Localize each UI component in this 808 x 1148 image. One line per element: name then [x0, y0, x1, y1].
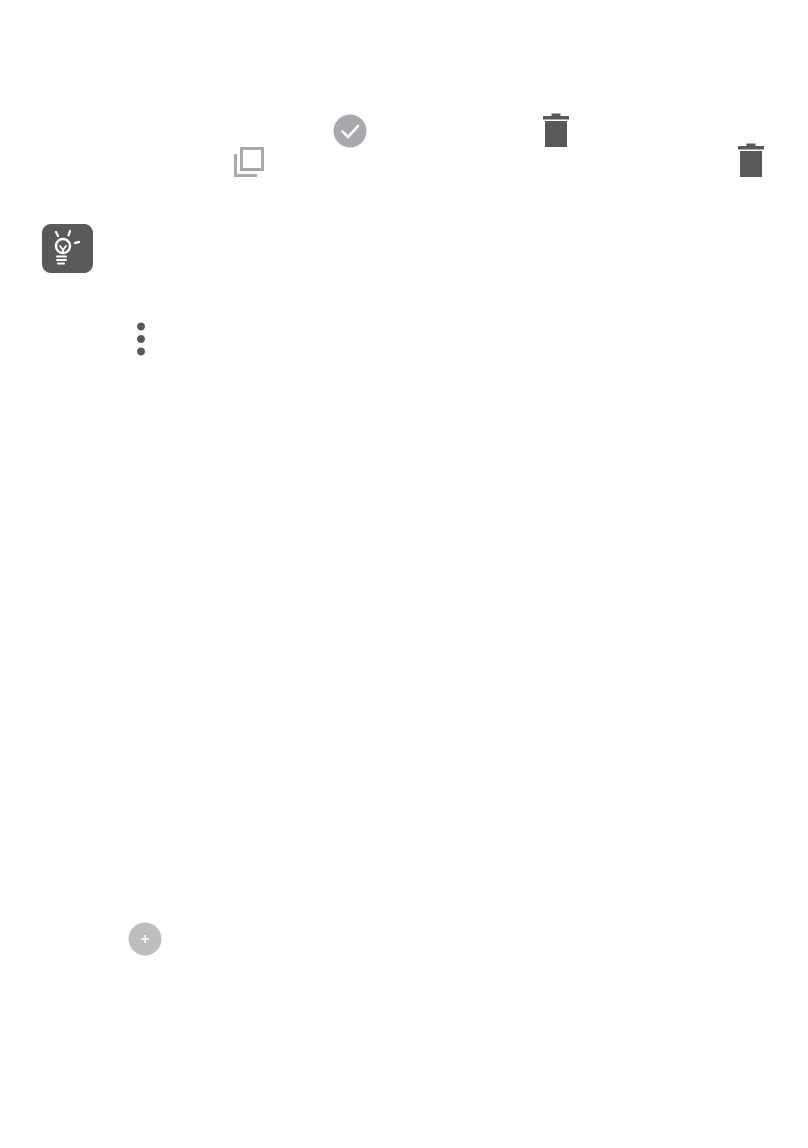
add-fab-button[interactable] — [128, 922, 162, 956]
lightbulb-tip-icon — [54, 229, 81, 265]
plus-icon — [128, 922, 162, 956]
more-vertical-icon[interactable] — [136, 322, 146, 358]
trash-icon[interactable] — [738, 143, 764, 177]
check-circle-icon[interactable] — [333, 114, 367, 148]
copy-icon[interactable] — [234, 147, 264, 177]
trash-icon[interactable] — [543, 113, 569, 147]
tip-badge — [42, 224, 93, 273]
